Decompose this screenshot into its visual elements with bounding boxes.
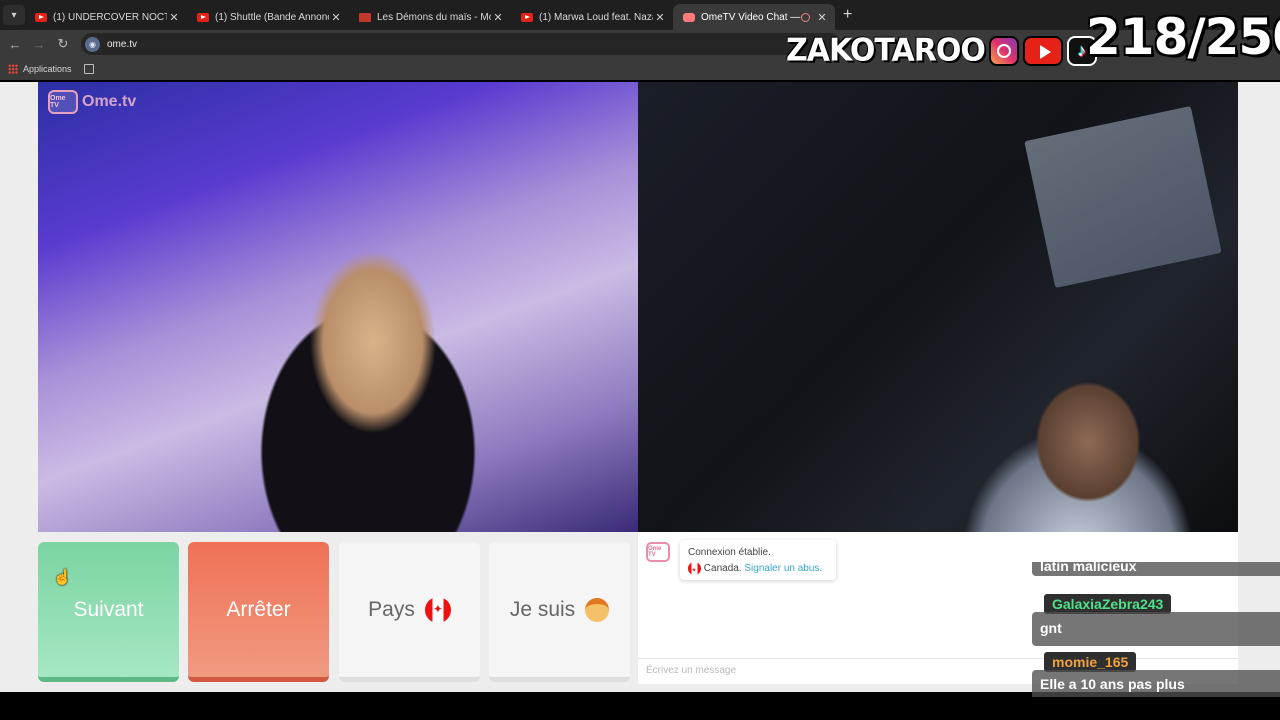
movix-icon <box>359 12 371 22</box>
country-line: Canada. Signaler un abus. <box>688 561 828 579</box>
ometv-logo: Ome TV Ome.tv <box>48 90 136 114</box>
screen: ▾ (1) UNDERCOVER NOCTURNE ✕ (1) Shuttle … <box>0 0 1280 720</box>
report-abuse-link[interactable]: Signaler un abus. <box>744 563 822 574</box>
boy-emoji-icon <box>585 597 610 622</box>
tab-title: (1) Shuttle (Bande Annonce) VF <box>215 11 329 23</box>
reload-button[interactable]: ↻ <box>51 36 75 52</box>
next-button-label: Suivant <box>73 597 144 621</box>
tab-title: OmeTV Video Chat — Ome <box>701 11 801 23</box>
stream-chat-overlay: latin malicieux GalaxiaZebra243 gnt momi… <box>1032 562 1280 697</box>
background-object <box>1024 105 1222 289</box>
ometv-icon <box>683 12 695 22</box>
tab-title: (1) UNDERCOVER NOCTURNE <box>53 11 167 23</box>
tab-search-button[interactable]: ▾ <box>3 5 25 25</box>
country-button-label: Pays <box>368 597 415 621</box>
gender-button-label: Je suis <box>509 597 576 621</box>
tab-title: Les Démons du maïs - Movix <box>377 11 491 23</box>
site-info-icon[interactable]: ◉ <box>85 36 100 52</box>
browser-tab[interactable]: (1) Shuttle (Bande Annonce) VF ✕ <box>187 4 349 30</box>
viewer-counter: 218/250 <box>1086 8 1280 66</box>
stranger-video: Ome TV Ome.tv <box>38 82 638 532</box>
browser-tab[interactable]: Les Démons du maïs - Movix ✕ <box>349 4 511 30</box>
country-button[interactable]: Pays <box>339 542 480 682</box>
youtube-icon <box>35 12 47 22</box>
gender-button[interactable]: Je suis <box>489 542 630 682</box>
new-tab-button[interactable]: + <box>843 6 852 24</box>
url-text: ome.tv <box>107 38 138 50</box>
forward-button[interactable]: → <box>27 37 51 52</box>
browser-tab-active[interactable]: OmeTV Video Chat — Ome ✕ <box>673 4 835 30</box>
recording-icon <box>801 12 810 22</box>
ometv-chat-icon: Ome TV <box>646 542 670 562</box>
stream-chat-username: momie_165 <box>1044 652 1137 672</box>
instagram-icon <box>988 35 1019 66</box>
close-icon[interactable]: ✕ <box>491 11 505 24</box>
tab-title: (1) Marwa Loud feat. Naza - Allo <box>539 11 653 23</box>
streamer-name: ZAKOTAROO <box>786 32 986 69</box>
streamer-brand-overlay: ZAKOTAROO ♪ <box>786 32 1097 69</box>
mouse-cursor-icon: ☝ <box>53 569 72 586</box>
apps-icon <box>8 64 18 74</box>
youtube-icon <box>197 12 209 22</box>
close-icon[interactable]: ✕ <box>329 11 343 24</box>
canada-flag-icon <box>424 596 451 623</box>
connection-status: Connexion établie. <box>688 547 771 558</box>
ometv-logo-wordmark: Ome.tv <box>82 93 137 110</box>
close-icon[interactable]: ✕ <box>815 11 829 24</box>
close-icon[interactable]: ✕ <box>167 11 181 24</box>
tab-groups-icon[interactable] <box>83 64 94 74</box>
self-video <box>638 82 1238 532</box>
browser-tab[interactable]: (1) Marwa Loud feat. Naza - Allo ✕ <box>511 4 673 30</box>
canada-flag-icon <box>688 561 701 579</box>
bookmark-applications[interactable]: Applications <box>23 64 72 74</box>
browser-tab[interactable]: (1) UNDERCOVER NOCTURNE ✕ <box>25 4 187 30</box>
stop-button[interactable]: Arrêter <box>188 542 329 682</box>
back-button[interactable]: ← <box>3 37 27 52</box>
address-bar[interactable]: ◉ ome.tv <box>81 33 841 55</box>
close-icon[interactable]: ✕ <box>653 11 667 24</box>
system-message: Connexion établie. Canada. Signaler un a… <box>680 540 836 580</box>
ometv-logo-badge: Ome TV <box>48 90 78 114</box>
stream-chat-message: gnt <box>1032 612 1280 646</box>
stop-button-label: Arrêter <box>226 597 291 621</box>
stream-chat-message: Elle a 10 ans pas plus <box>1032 670 1280 697</box>
stream-chat-message: latin malicieux <box>1032 562 1280 576</box>
country-name: Canada. <box>703 563 742 574</box>
next-button[interactable]: Suivant <box>38 542 179 682</box>
stream-chat-username: GalaxiaZebra243 <box>1044 594 1172 614</box>
youtube-icon <box>1022 35 1063 66</box>
youtube-icon <box>521 12 533 22</box>
